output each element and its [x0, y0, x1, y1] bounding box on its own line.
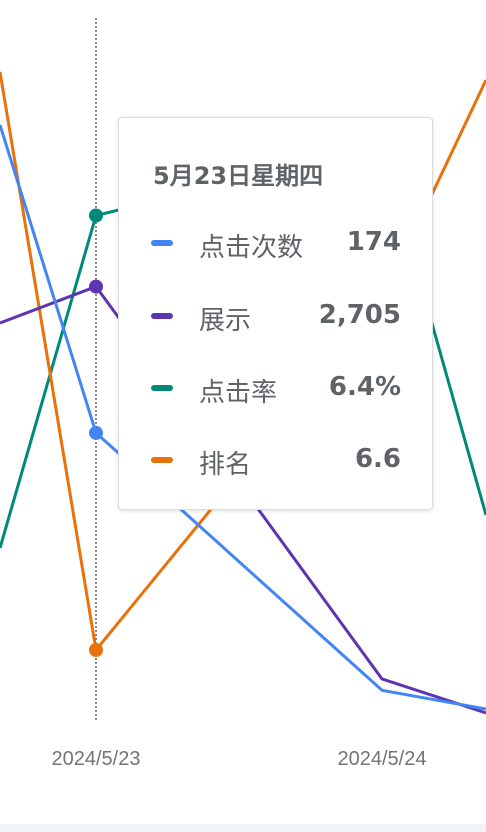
- hover-point-marker: [89, 425, 103, 440]
- tooltip-label: 点击率: [199, 378, 278, 408]
- tooltip-date: 5月23日星期四: [153, 162, 324, 190]
- series-swatch: [151, 457, 173, 463]
- tooltip-label: 点击次数: [199, 233, 304, 263]
- tooltip-value: 2,705: [318, 300, 401, 330]
- tooltip-row-position: 排名 6.6: [119, 440, 432, 480]
- hover-point-marker: [89, 643, 103, 657]
- series-swatch: [151, 313, 173, 319]
- hover-point-marker: [89, 279, 103, 294]
- tooltip-value: 6.6: [354, 444, 401, 474]
- series-swatch: [151, 385, 173, 391]
- x-tick-label: 2024/5/24: [337, 748, 427, 770]
- hover-tooltip: 5月23日星期四 点击次数 174 展示 2,705 点击率 6.4% 排名 6…: [118, 117, 433, 510]
- x-tick-label: 2024/5/23: [51, 748, 141, 770]
- tooltip-value: 6.4%: [328, 372, 401, 402]
- tooltip-label: 排名: [199, 450, 252, 480]
- tooltip-label: 展示: [199, 306, 252, 336]
- tooltip-row-impressions: 展示 2,705: [119, 296, 432, 336]
- series-swatch: [151, 240, 173, 246]
- tooltip-row-clicks: 点击次数 174: [119, 223, 432, 263]
- footer-strip: [0, 824, 486, 832]
- tooltip-row-ctr: 点击率 6.4%: [119, 368, 432, 408]
- hover-point-marker: [89, 208, 103, 223]
- tooltip-value: 174: [346, 227, 401, 257]
